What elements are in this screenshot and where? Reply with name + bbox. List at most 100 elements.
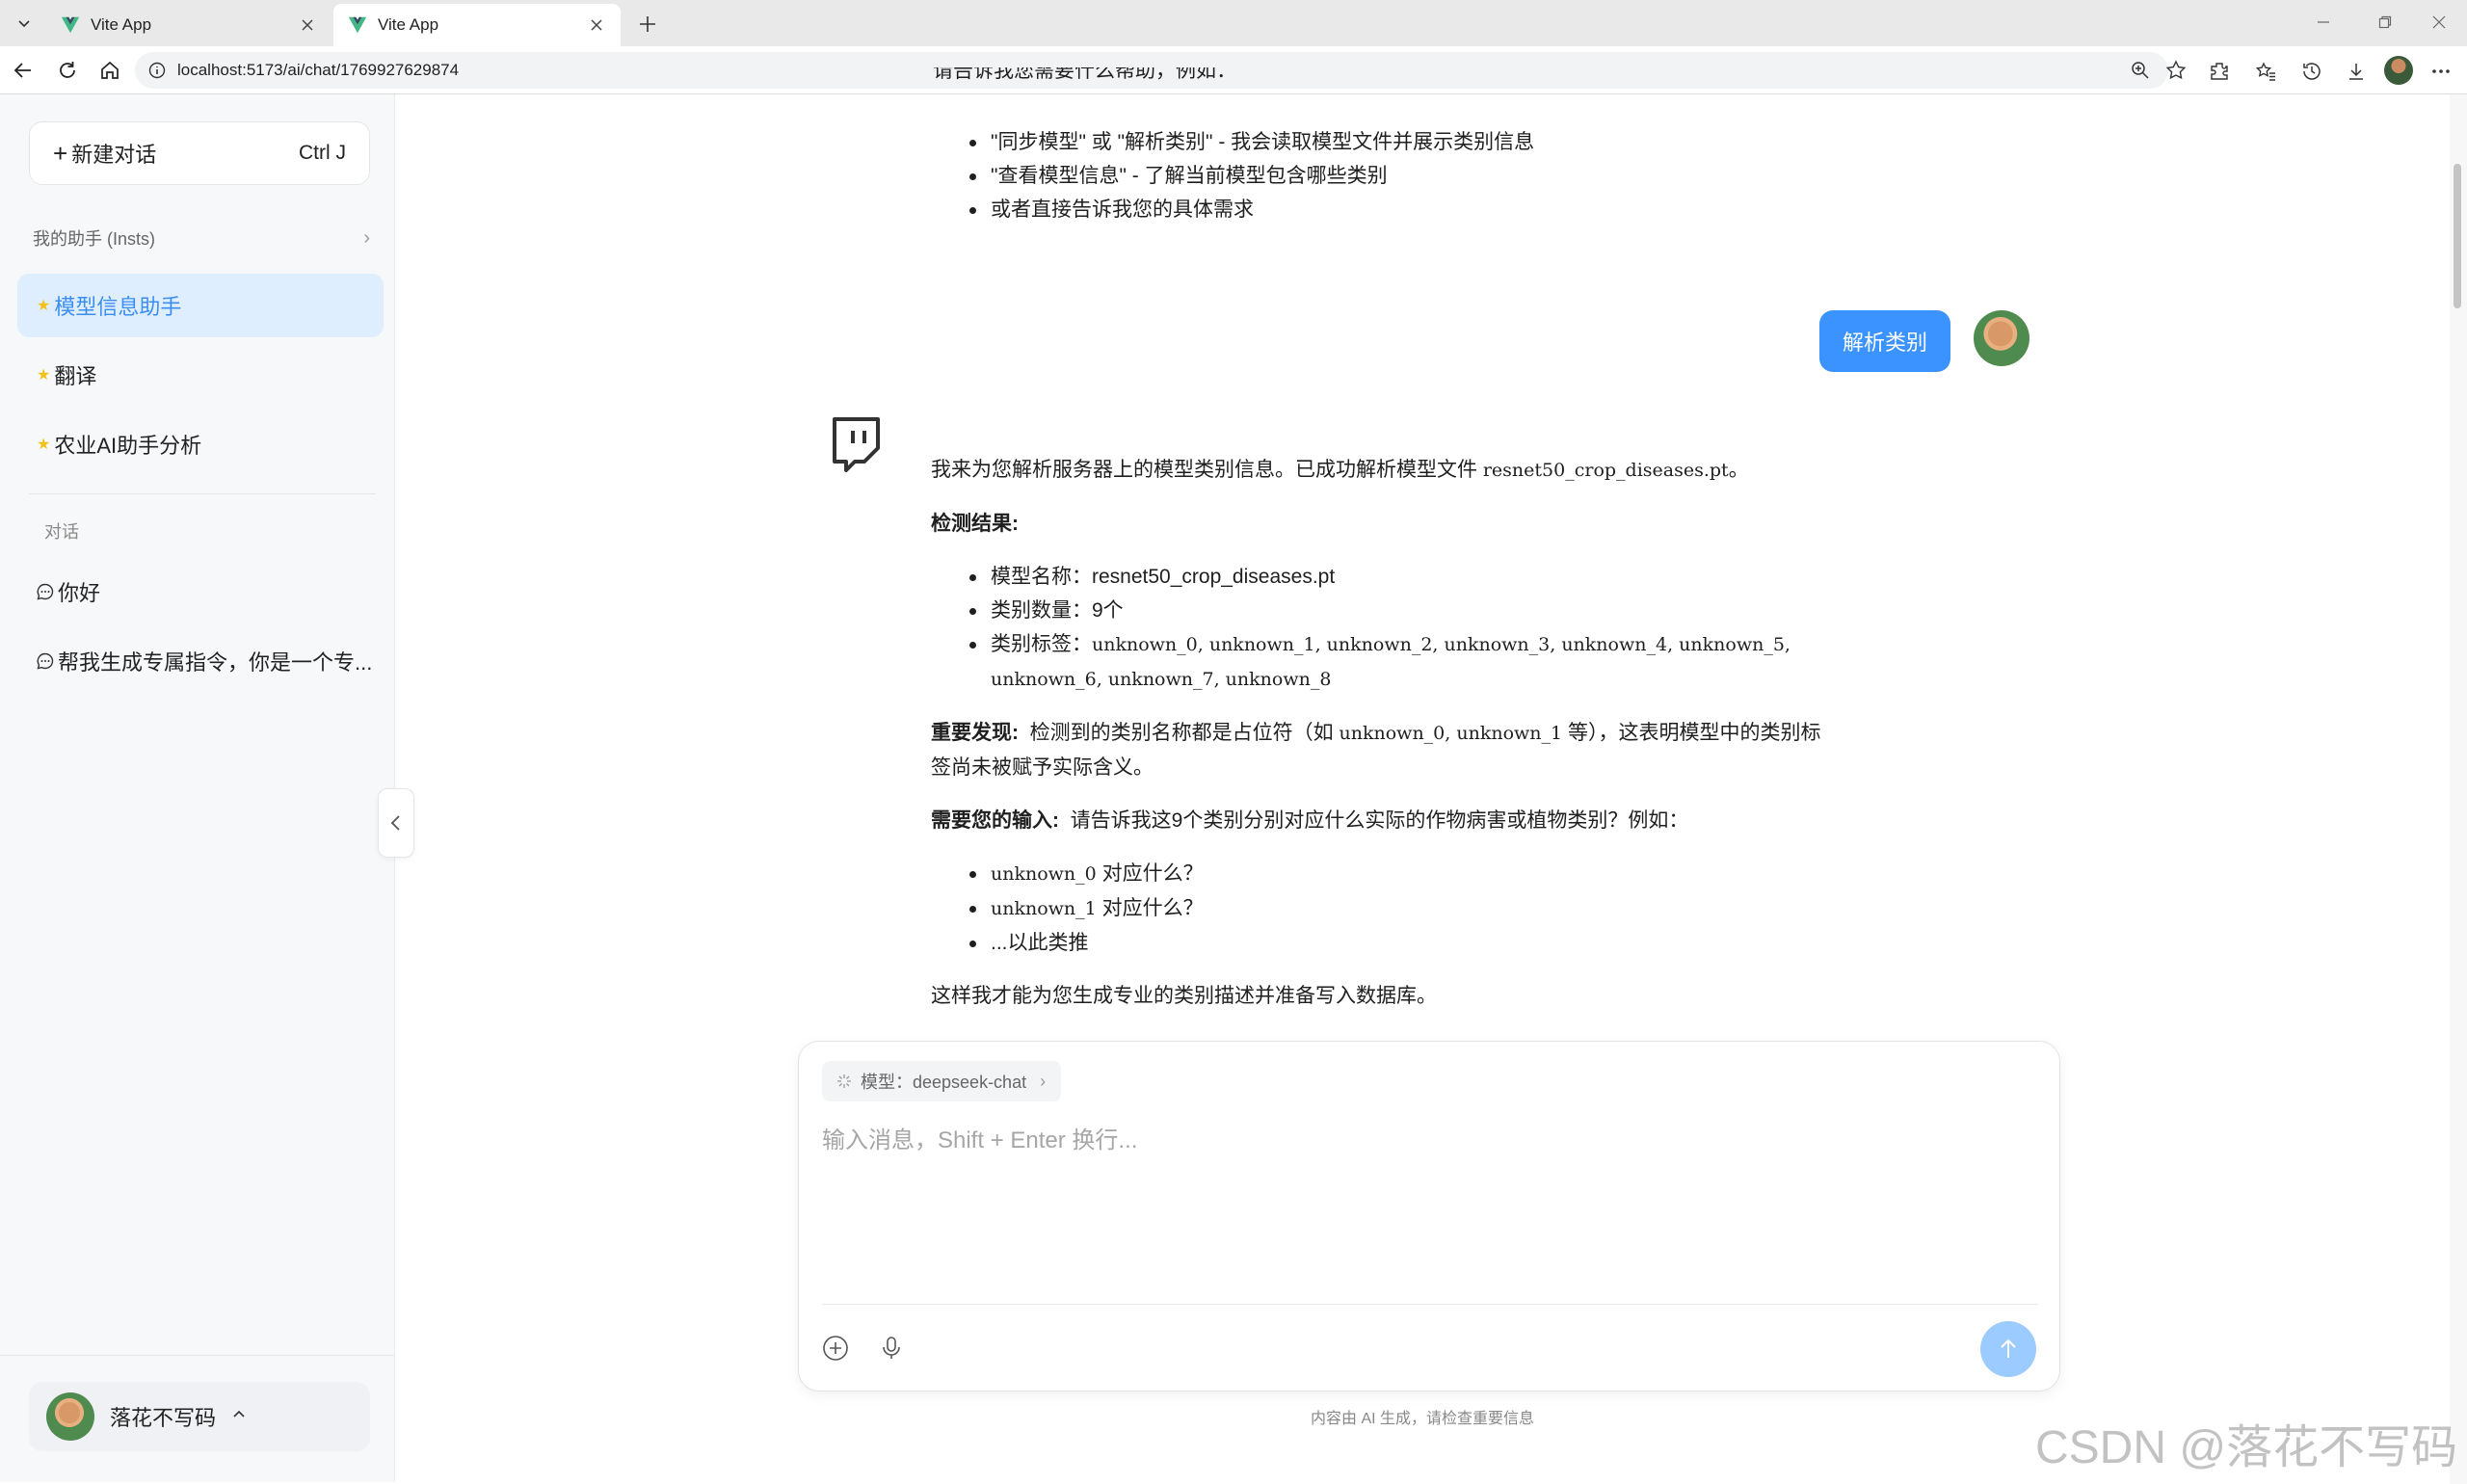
home-icon[interactable] — [94, 55, 125, 86]
downloads-icon[interactable] — [2344, 59, 2369, 84]
restore-window-icon[interactable] — [2363, 6, 2407, 39]
minimize-window-icon[interactable] — [2301, 6, 2346, 39]
chat-bubble-icon — [37, 583, 54, 600]
assistant-item-model-info[interactable]: ★ 模型信息助手 — [17, 274, 384, 337]
conversations-header: 对话 — [44, 522, 79, 542]
inline-code: resnet50_crop_diseases.pt — [1482, 460, 1729, 481]
reply-intro: 我来为您解析服务器上的模型类别信息。已成功解析模型文件 resnet50_cro… — [931, 453, 1837, 488]
list-item: 或者直接告诉我您的具体需求 — [966, 193, 1929, 226]
send-button[interactable] — [1980, 1321, 2036, 1377]
close-tab-icon[interactable] — [586, 14, 607, 36]
sidebar-divider — [0, 1355, 395, 1356]
inline-code: unknown_0 — [991, 863, 1097, 885]
item-value: unknown_0, unknown_1, unknown_2, unknown… — [991, 634, 1791, 690]
tab-title: Vite App — [378, 15, 439, 34]
list-item: unknown_1 对应什么？ — [966, 891, 1837, 926]
close-window-icon[interactable] — [2417, 6, 2461, 39]
tab-list-chevron-icon[interactable] — [8, 8, 40, 39]
assistant-label: 翻译 — [54, 364, 97, 388]
extensions-icon[interactable] — [2207, 59, 2232, 84]
conversation-item[interactable]: 帮我生成专属指令，你是一个专... — [35, 640, 372, 682]
assistants-section-header[interactable]: 我的助手 (Insts) › — [33, 225, 370, 251]
partial-line: 请告诉我您需要什么帮助，例如： — [933, 67, 1236, 82]
previous-message-cutoff: 请告诉我您需要什么帮助，例如： — [933, 67, 1511, 94]
tab-title: Vite App — [91, 15, 152, 34]
list-item: 类别标签：unknown_0, unknown_1, unknown_2, un… — [966, 627, 1837, 697]
new-chat-label: 新建对话 — [71, 143, 157, 167]
list-item: "同步模型" 或 "解析类别" - 我会读取模型文件并展示类别信息 — [966, 125, 1929, 159]
star-icon: ★ — [37, 437, 51, 453]
chevron-up-icon — [231, 1407, 247, 1427]
assistant-reply: 我来为您解析服务器上的模型类别信息。已成功解析模型文件 resnet50_cro… — [931, 453, 1837, 1013]
model-label: 模型：deepseek-chat — [861, 1073, 1027, 1092]
model-selector[interactable]: 模型：deepseek-chat › — [822, 1061, 1062, 1101]
assistant-item-agri-ai[interactable]: ★ 农业AI助手分析 — [17, 412, 384, 476]
list-item: unknown_0 对应什么？ — [966, 857, 1837, 891]
item-text: 对应什么？ — [1101, 862, 1204, 885]
finding-heading: 重要发现: — [931, 722, 1019, 744]
avatar — [46, 1392, 94, 1441]
reload-icon[interactable] — [52, 55, 83, 86]
item-value: 9个 — [1092, 599, 1124, 622]
reply-closing: 这样我才能为您生成专业的类别描述并准备写入数据库。 — [931, 985, 1437, 1007]
assistant-top-bullets: "同步模型" 或 "解析类别" - 我会读取模型文件并展示类别信息 "查看模型信… — [966, 125, 1929, 226]
microphone-icon[interactable] — [874, 1331, 909, 1365]
new-tab-plus-icon[interactable] — [632, 10, 663, 39]
conversation-label: 你好 — [58, 581, 101, 605]
twitch-bot-icon — [833, 417, 880, 472]
scrollbar-thumb[interactable] — [2454, 164, 2461, 308]
reply-intro-text: 我来为您解析服务器上的模型类别信息。已成功解析模型文件 — [931, 459, 1477, 481]
conversation-item[interactable]: 你好 — [35, 570, 372, 613]
new-chat-shortcut: Ctrl J — [299, 142, 346, 164]
list-item: 模型名称：resnet50_crop_diseases.pt — [966, 560, 1837, 594]
new-chat-button[interactable]: + 新建对话 Ctrl J — [29, 121, 370, 185]
item-value: resnet50_crop_diseases.pt — [1092, 566, 1336, 588]
star-icon: ★ — [37, 298, 51, 314]
inline-code: unknown_0, unknown_1 — [1339, 723, 1563, 744]
need-heading: 需要您的输入: — [931, 809, 1059, 832]
bookmark-star-icon[interactable] — [2165, 60, 2187, 81]
list-item: "查看模型信息" - 了解当前模型包含哪些类别 — [966, 159, 1929, 193]
sidebar: + 新建对话 Ctrl J 我的助手 (Insts) › ★ 模型信息助手 ★ … — [0, 94, 395, 1482]
inline-code: unknown_1 — [991, 898, 1097, 919]
plus-icon: + — [53, 138, 68, 168]
history-icon[interactable] — [2299, 59, 2324, 84]
assistant-item-translate[interactable]: ★ 翻译 — [17, 343, 384, 407]
arrow-up-icon — [2001, 1338, 2016, 1358]
result-list: 模型名称：resnet50_crop_diseases.pt 类别数量：9个 类… — [966, 560, 1837, 697]
user-message-bubble: 解析类别 — [1819, 310, 1950, 372]
browser-profile-avatar[interactable] — [2384, 56, 2413, 85]
result-heading-text: 检测结果: — [931, 513, 1019, 535]
message-input[interactable] — [822, 1121, 2027, 1275]
finding-paragraph: 重要发现: 检测到的类别名称都是占位符（如 unknown_0, unknown… — [931, 716, 1837, 784]
browser-tab-bar: Vite App Vite App — [0, 0, 2467, 46]
star-icon: ★ — [37, 367, 51, 384]
url-text: localhost:5173/ai/chat/1769927629874 — [177, 61, 460, 79]
back-arrow-icon[interactable] — [8, 55, 39, 86]
assistant-label: 模型信息助手 — [54, 295, 182, 319]
result-heading: 检测结果: — [931, 507, 1837, 541]
item-label: 类别标签： — [991, 633, 1092, 655]
browser-tab-1[interactable]: Vite App — [46, 4, 332, 46]
zoom-icon[interactable] — [2130, 60, 2151, 81]
user-profile-button[interactable]: 落花不写码 — [29, 1382, 370, 1451]
assistants-header-label: 我的助手 (Insts) — [33, 229, 156, 249]
sparkle-icon — [837, 1074, 851, 1088]
chevron-right-icon: › — [1040, 1071, 1047, 1091]
csdn-watermark: CSDN @落花不写码 — [2035, 1422, 2458, 1473]
composer-divider — [822, 1304, 2038, 1305]
close-tab-icon[interactable] — [297, 14, 318, 36]
favorites-icon[interactable] — [2253, 59, 2278, 84]
item-text: ...以此类推 — [991, 932, 1089, 954]
item-label: 模型名称： — [991, 566, 1092, 588]
vue-logo-icon — [348, 16, 367, 34]
chat-bubble-icon — [37, 652, 54, 670]
browser-tab-2[interactable]: Vite App — [333, 4, 621, 46]
more-menu-icon[interactable] — [2428, 59, 2454, 84]
vue-logo-icon — [61, 16, 80, 34]
attach-plus-icon[interactable] — [818, 1331, 853, 1365]
site-info-icon[interactable] — [148, 62, 166, 79]
reply-intro-end: 。 — [1728, 459, 1749, 481]
list-item: ...以此类推 — [966, 926, 1837, 960]
user-avatar — [1974, 310, 2029, 366]
